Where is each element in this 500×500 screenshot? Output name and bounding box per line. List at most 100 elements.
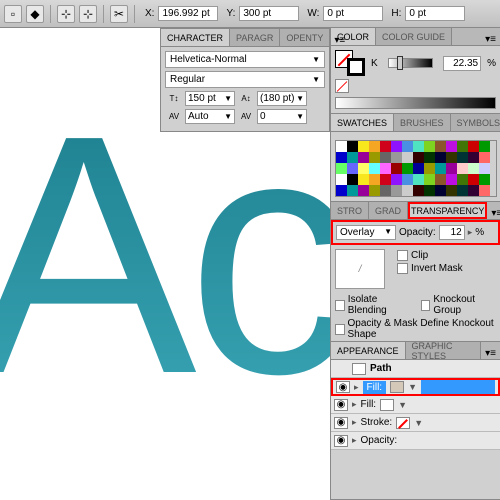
swatch[interactable] [424,185,435,196]
swatch[interactable] [402,174,413,185]
invert-mask-checkbox[interactable] [397,263,408,274]
swatch[interactable] [424,141,435,152]
appearance-fill-row[interactable]: ◉ ▸ Fill: ▼ [331,396,500,414]
stroke-color-swatch[interactable] [396,417,410,429]
swatch[interactable] [413,152,424,163]
panel-menu-icon[interactable]: ▾≡ [487,208,500,219]
swatch[interactable] [369,174,380,185]
tracking-field[interactable]: 0▼ [257,109,307,124]
isolate-checkbox[interactable] [335,300,345,311]
swatch[interactable] [347,152,358,163]
x-field[interactable]: 196.992 pt [158,6,218,21]
swatch[interactable] [457,185,468,196]
swatch[interactable] [336,163,347,174]
swatch[interactable] [424,163,435,174]
knockout-checkbox[interactable] [421,300,431,311]
font-size-field[interactable]: 150 pt▼ [185,91,235,106]
spectrum-bar[interactable] [335,97,496,109]
leading-field[interactable]: (180 pt)▼ [257,91,307,106]
swatch[interactable] [369,185,380,196]
swatch[interactable] [435,185,446,196]
swatch[interactable] [336,174,347,185]
swatch[interactable] [369,141,380,152]
swatch[interactable] [358,163,369,174]
swatch[interactable] [369,163,380,174]
swatch[interactable] [347,141,358,152]
swatch[interactable] [468,185,479,196]
swatch[interactable] [347,174,358,185]
swatch[interactable] [391,141,402,152]
font-family-dropdown[interactable]: Helvetica-Normal▼ [165,51,325,68]
swatch[interactable] [380,141,391,152]
tab-symbols[interactable]: SYMBOLS [451,114,500,131]
disclosure-icon[interactable]: ▸ [354,382,359,393]
swatch[interactable] [402,185,413,196]
fill-color-swatch[interactable] [390,381,404,393]
swatch[interactable] [424,174,435,185]
panel-menu-icon[interactable]: ▾≡ [481,34,500,45]
swatch[interactable] [391,174,402,185]
swatch[interactable] [358,185,369,196]
tab-graphic-styles[interactable]: GRAPHIC STYLES [406,342,482,359]
swatch-grid[interactable] [335,140,497,197]
swatch[interactable] [402,141,413,152]
clip-checkbox[interactable] [397,250,408,261]
appearance-fill-row-selected[interactable]: ◉ ▸ Fill: ▼ [331,378,500,396]
swatch[interactable] [435,141,446,152]
blend-mode-dropdown[interactable]: Overlay▼ [336,225,396,240]
swatch[interactable] [347,185,358,196]
swatch[interactable] [468,163,479,174]
swatch-dropdown-icon[interactable]: ▼ [408,382,417,392]
swatch[interactable] [479,185,490,196]
tab-opentype[interactable]: OPENTY [280,29,330,46]
swatch[interactable] [358,141,369,152]
appearance-opacity-row[interactable]: ◉ ▸ Opacity: [331,432,500,450]
anchor-convert-icon[interactable]: ◆ [26,5,44,23]
visibility-icon[interactable]: ◉ [336,381,350,393]
swatch[interactable] [479,152,490,163]
tab-stroke[interactable]: STRO [331,202,369,219]
panel-menu-icon[interactable]: ▾≡ [481,348,500,359]
swatch[interactable] [457,152,468,163]
swatch[interactable] [446,152,457,163]
fill-stroke-icon[interactable] [335,50,365,76]
swatch[interactable] [336,141,347,152]
swatch[interactable] [369,152,380,163]
y-field[interactable]: 300 pt [239,6,299,21]
swatch[interactable] [424,152,435,163]
visibility-icon[interactable]: ◉ [334,399,348,411]
swatch[interactable] [479,141,490,152]
swatch[interactable] [413,185,424,196]
swatch[interactable] [380,185,391,196]
swatch[interactable] [380,174,391,185]
swatch[interactable] [358,174,369,185]
anchor-icon[interactable]: ▫ [4,5,22,23]
swatch[interactable] [402,152,413,163]
swatch[interactable] [479,163,490,174]
swatch[interactable] [347,163,358,174]
swatch[interactable] [413,163,424,174]
swatch[interactable] [391,185,402,196]
swatch[interactable] [435,163,446,174]
tab-character[interactable]: CHARACTER [161,29,230,46]
opacity-flyout-icon[interactable]: ▸ [468,227,473,238]
tab-color-guide[interactable]: COLOR GUIDE [376,28,452,45]
swatch[interactable] [446,185,457,196]
visibility-icon[interactable]: ◉ [334,417,348,429]
tab-appearance[interactable]: APPEARANCE [331,342,406,359]
mask-preview[interactable]: / [335,249,385,289]
tab-swatches[interactable]: SWATCHES [331,114,394,131]
w-field[interactable]: 0 pt [323,6,383,21]
panel-menu-icon[interactable]: ▾≡ [330,35,349,46]
swatch[interactable] [413,141,424,152]
swatch[interactable] [435,152,446,163]
swatch[interactable] [358,152,369,163]
appearance-path-row[interactable]: Path [331,360,500,378]
swatch[interactable] [446,163,457,174]
swatch[interactable] [435,174,446,185]
swatch[interactable] [413,174,424,185]
swatch[interactable] [457,163,468,174]
fill-color-swatch[interactable] [380,399,394,411]
swatch[interactable] [479,174,490,185]
cut-path-icon[interactable]: ✂ [110,5,128,23]
